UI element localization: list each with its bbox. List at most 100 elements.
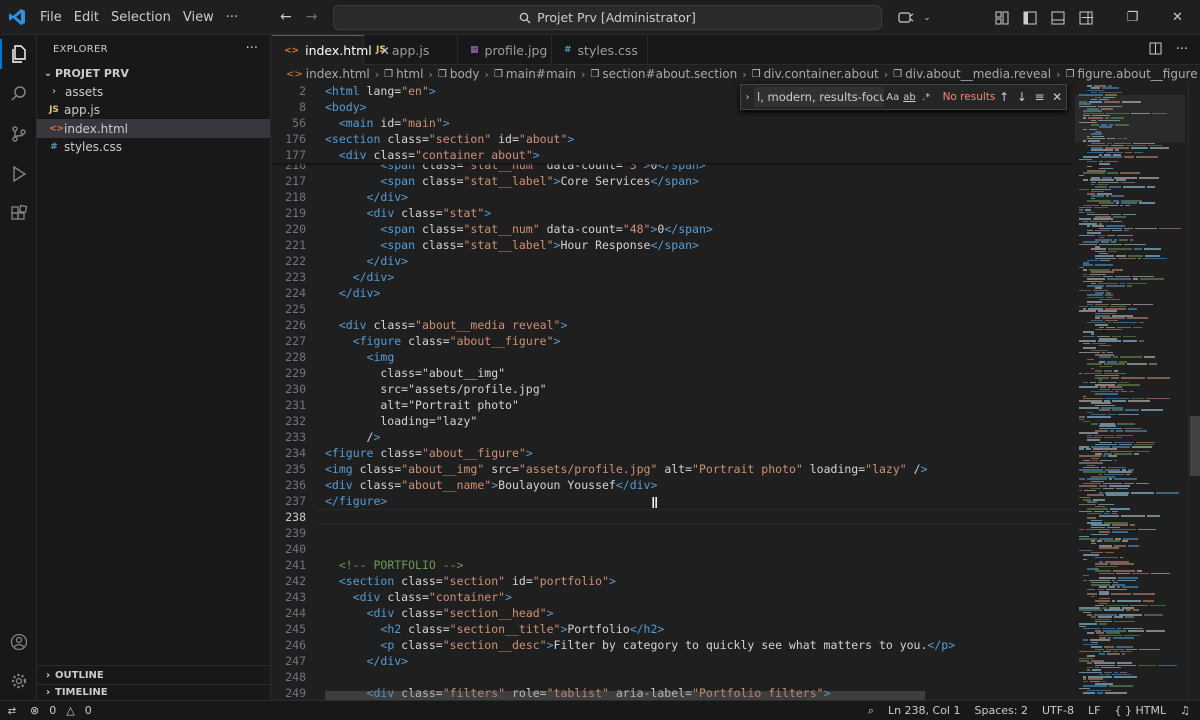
cursor-position[interactable]: Ln 238, Col 1 <box>888 704 961 717</box>
indentation[interactable]: Spaces: 2 <box>975 704 1028 717</box>
close-find-icon[interactable]: ✕ <box>1048 90 1066 104</box>
close-window-icon[interactable]: ✕ <box>1155 0 1200 35</box>
breadcrumb-item[interactable]: body <box>450 67 480 81</box>
language-mode[interactable]: { } HTML <box>1115 704 1167 717</box>
menu-view[interactable]: View <box>177 10 220 25</box>
tree-item-index-html[interactable]: <> index.html <box>37 119 270 138</box>
code-line[interactable]: 241 <!-- PORTFOLIO --> <box>272 557 1072 573</box>
code-line[interactable]: 245 <h2 class="section__title">Portfolio… <box>272 621 1072 637</box>
code-editor[interactable]: 250 <button class="filter btn is-active"… <box>272 83 1072 700</box>
breadcrumb-item[interactable]: div.container.about <box>764 67 879 81</box>
scrollbar-thumb[interactable] <box>1190 416 1200 476</box>
toggle-replace-chevron-icon[interactable]: › <box>741 92 754 103</box>
code-line[interactable]: 240 <box>272 541 1072 557</box>
tab-styles-css[interactable]: # styles.css <box>552 35 648 65</box>
tree-item-assets[interactable]: › assets <box>37 82 270 101</box>
notifications-bell-icon[interactable]: ♫ <box>1180 704 1190 717</box>
code-line[interactable]: 237 </figure> <box>272 493 1072 509</box>
code-line[interactable]: 231 alt="Portrait photo" <box>272 397 1072 413</box>
breadcrumb-item[interactable]: figure.about__figure <box>1078 67 1198 81</box>
end-of-line[interactable]: LF <box>1088 704 1100 717</box>
vscode-logo-icon[interactable] <box>8 8 26 26</box>
find-input[interactable]: l, modern, results-focused. <box>754 87 885 107</box>
breadcrumb-item[interactable]: section#about.section <box>602 67 737 81</box>
command-center[interactable]: Projet Prv [Administrator] <box>333 5 882 30</box>
breadcrumb-item[interactable]: index.html <box>306 67 370 81</box>
tree-item-styles-css[interactable]: # styles.css <box>37 137 270 156</box>
code-line[interactable]: 246 <p class="section__desc">Filter by c… <box>272 637 1072 653</box>
sticky-code-line[interactable]: 177 <div class="container about"> <box>272 147 1072 163</box>
encoding[interactable]: UTF-8 <box>1042 704 1074 717</box>
code-line[interactable]: 230 src="assets/profile.jpg" <box>272 381 1072 397</box>
code-line[interactable]: 229 class="about__img" <box>272 365 1072 381</box>
extensions-icon[interactable] <box>0 195 37 233</box>
use-regex-toggle[interactable]: .* <box>918 92 935 103</box>
menu-file[interactable]: File <box>34 10 68 25</box>
chevron-down-icon[interactable]: ⌄ <box>920 8 934 28</box>
sticky-code-line[interactable]: 176 <section class="section" id="about"> <box>272 131 1072 147</box>
minimap[interactable] <box>1075 83 1185 700</box>
tab-app-js[interactable]: JS app.js <box>364 35 458 65</box>
horizontal-scrollbar[interactable] <box>325 691 925 700</box>
find-in-selection-icon[interactable]: ≡ <box>1031 90 1049 104</box>
menu-edit[interactable]: Edit <box>68 10 105 25</box>
code-line[interactable]: 247 </div> <box>272 653 1072 669</box>
vertical-scrollbar[interactable] <box>1188 83 1200 700</box>
zoom-icon[interactable]: ⌕ <box>868 704 874 718</box>
code-line[interactable]: 236 <div class="about__name">Boulayoun Yo… <box>272 477 1072 493</box>
more-actions-icon[interactable]: ··· <box>1176 42 1188 59</box>
code-line[interactable]: 235 <img class="about__img" src="assets/p… <box>272 461 1072 477</box>
remote-indicator-icon[interactable]: ⇄ <box>0 701 24 720</box>
split-editor-icon[interactable] <box>1149 42 1162 59</box>
forward-arrow-icon[interactable]: → <box>306 9 318 25</box>
search-icon[interactable] <box>0 75 37 113</box>
menu-more[interactable]: ··· <box>220 10 244 25</box>
code-line[interactable]: 225 <box>272 301 1072 317</box>
back-arrow-icon[interactable]: ← <box>280 9 292 25</box>
code-line[interactable]: 217 <span class="stat__label">Core Servi… <box>272 173 1072 189</box>
code-line[interactable]: 218 </div> <box>272 189 1072 205</box>
code-line[interactable]: 220 <span class="stat__num" data-count="… <box>272 221 1072 237</box>
problems-indicator[interactable]: ⊗ 0 △ 0 <box>30 704 92 717</box>
copilot-icon[interactable] <box>892 8 920 28</box>
restore-icon[interactable]: ❐ <box>1110 0 1155 35</box>
code-line[interactable]: 243 <div class="container"> <box>272 589 1072 605</box>
outline-pane-header[interactable]: › OUTLINE <box>37 665 271 684</box>
next-match-arrow-icon[interactable]: ↓ <box>1013 90 1031 104</box>
match-whole-word-toggle[interactable]: ab <box>901 92 918 103</box>
code-line[interactable]: 242 <section class="section" id="portfol… <box>272 573 1072 589</box>
run-debug-icon[interactable] <box>0 155 37 193</box>
code-line[interactable]: 239 <box>272 525 1072 541</box>
code-line[interactable]: 227 <figure class="about__figure"> <box>272 333 1072 349</box>
code-line[interactable]: 228 <img <box>272 349 1072 365</box>
sticky-code-line[interactable]: 56 <main id="main"> <box>272 115 1072 131</box>
breadcrumb-item[interactable]: main#main <box>506 67 576 81</box>
minimize-icon[interactable]: — <box>1065 0 1110 35</box>
customize-layout-icon[interactable] <box>988 8 1016 28</box>
breadcrumb-item[interactable]: div.about__media.reveal <box>905 67 1051 81</box>
tab-profile-jpg[interactable]: ▦ profile.jpg <box>458 35 552 65</box>
code-line[interactable]: 233 /> <box>272 429 1072 445</box>
settings-gear-icon[interactable] <box>0 662 37 700</box>
explorer-icon[interactable] <box>0 35 37 73</box>
tab-index-html[interactable]: <> index.html ✕ <box>272 35 390 65</box>
code-line[interactable]: 232 loading="lazy" <box>272 413 1072 429</box>
source-control-icon[interactable] <box>0 115 37 153</box>
code-line[interactable]: 222 </div> <box>272 253 1072 269</box>
code-line[interactable]: 226 <div class="about__media reveal"> <box>272 317 1072 333</box>
timeline-pane-header[interactable]: › TIMELINE <box>37 684 271 700</box>
tree-item-app-js[interactable]: JS app.js <box>37 100 270 119</box>
menu-selection[interactable]: Selection <box>105 10 177 25</box>
more-actions-icon[interactable]: ··· <box>246 41 258 56</box>
previous-match-arrow-icon[interactable]: ↑ <box>995 90 1013 104</box>
breadcrumb-item[interactable]: html <box>396 67 423 81</box>
accounts-icon[interactable] <box>0 623 37 661</box>
code-line[interactable]: 244 <div class="section__head"> <box>272 605 1072 621</box>
code-line[interactable]: 234 <figure class="about__figure"> <box>272 445 1072 461</box>
match-case-toggle[interactable]: Aa <box>884 92 901 103</box>
code-line[interactable]: 219 <div class="stat"> <box>272 205 1072 221</box>
folder-projet-prv[interactable]: ⌄ PROJET PRV <box>37 64 270 83</box>
toggle-primary-sidebar-icon[interactable] <box>1016 8 1044 28</box>
code-line[interactable]: 224 </div> <box>272 285 1072 301</box>
code-line[interactable]: 223 </div> <box>272 269 1072 285</box>
